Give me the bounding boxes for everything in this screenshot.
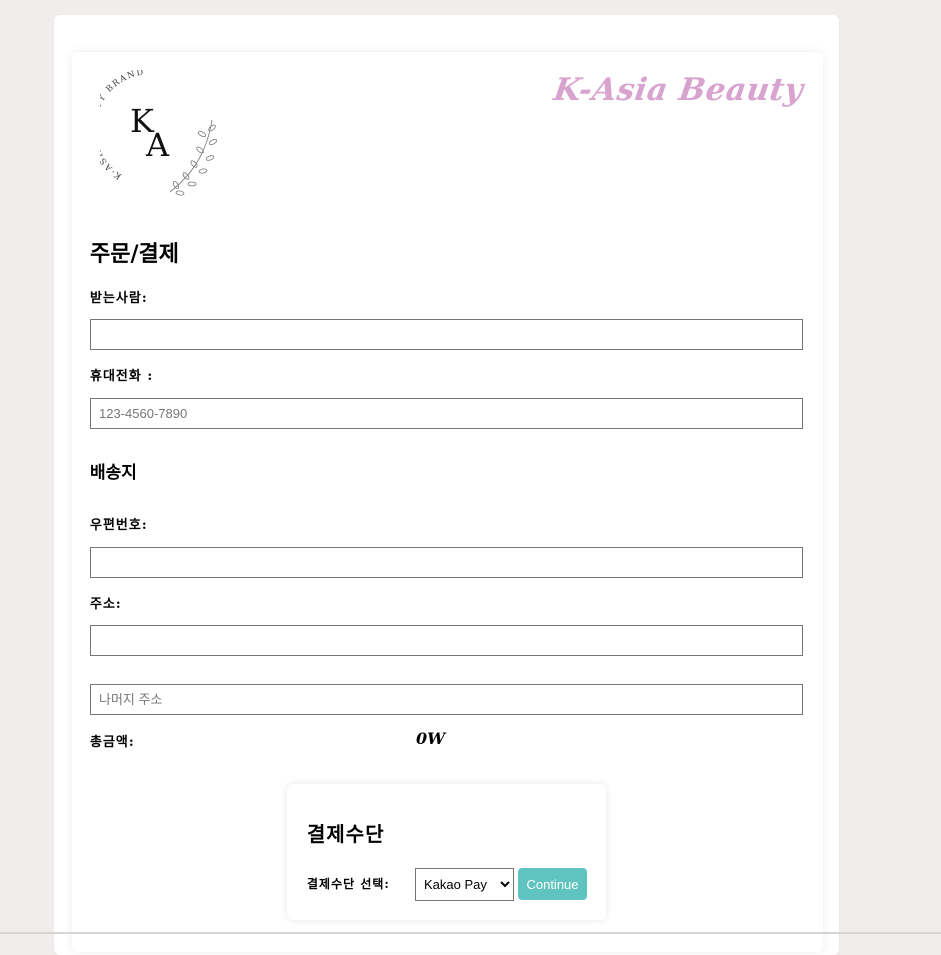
address-input[interactable] xyxy=(90,625,803,656)
address-label: 주소: xyxy=(90,597,122,612)
continue-button[interactable]: Continue xyxy=(518,868,587,900)
logo-a-letter: A xyxy=(145,126,170,164)
zipcode-label: 우편번호: xyxy=(90,518,148,533)
phone-label: 휴대전화 : xyxy=(90,369,154,384)
zipcode-input[interactable] xyxy=(90,547,803,578)
shipping-heading: 배송지 xyxy=(90,463,137,483)
brand-logo: K-ASIA BEAUTY BRAND K A xyxy=(100,70,218,196)
leaf-branch-icon xyxy=(169,119,218,196)
payment-select-label: 결제수단 선택: xyxy=(307,877,390,891)
address-detail-input[interactable] xyxy=(90,684,803,715)
order-heading: 주문/결제 xyxy=(90,241,179,267)
brand-title: K-Asia Beauty xyxy=(551,72,806,108)
recipient-input[interactable] xyxy=(90,319,803,350)
payment-heading: 결제수단 xyxy=(307,822,385,846)
recipient-label: 받는사람: xyxy=(90,291,148,306)
total-label: 총금액: xyxy=(90,735,135,750)
payment-method-select[interactable]: Kakao Pay xyxy=(415,868,514,901)
total-amount: 0W xyxy=(416,729,446,748)
phone-input[interactable] xyxy=(90,398,803,429)
